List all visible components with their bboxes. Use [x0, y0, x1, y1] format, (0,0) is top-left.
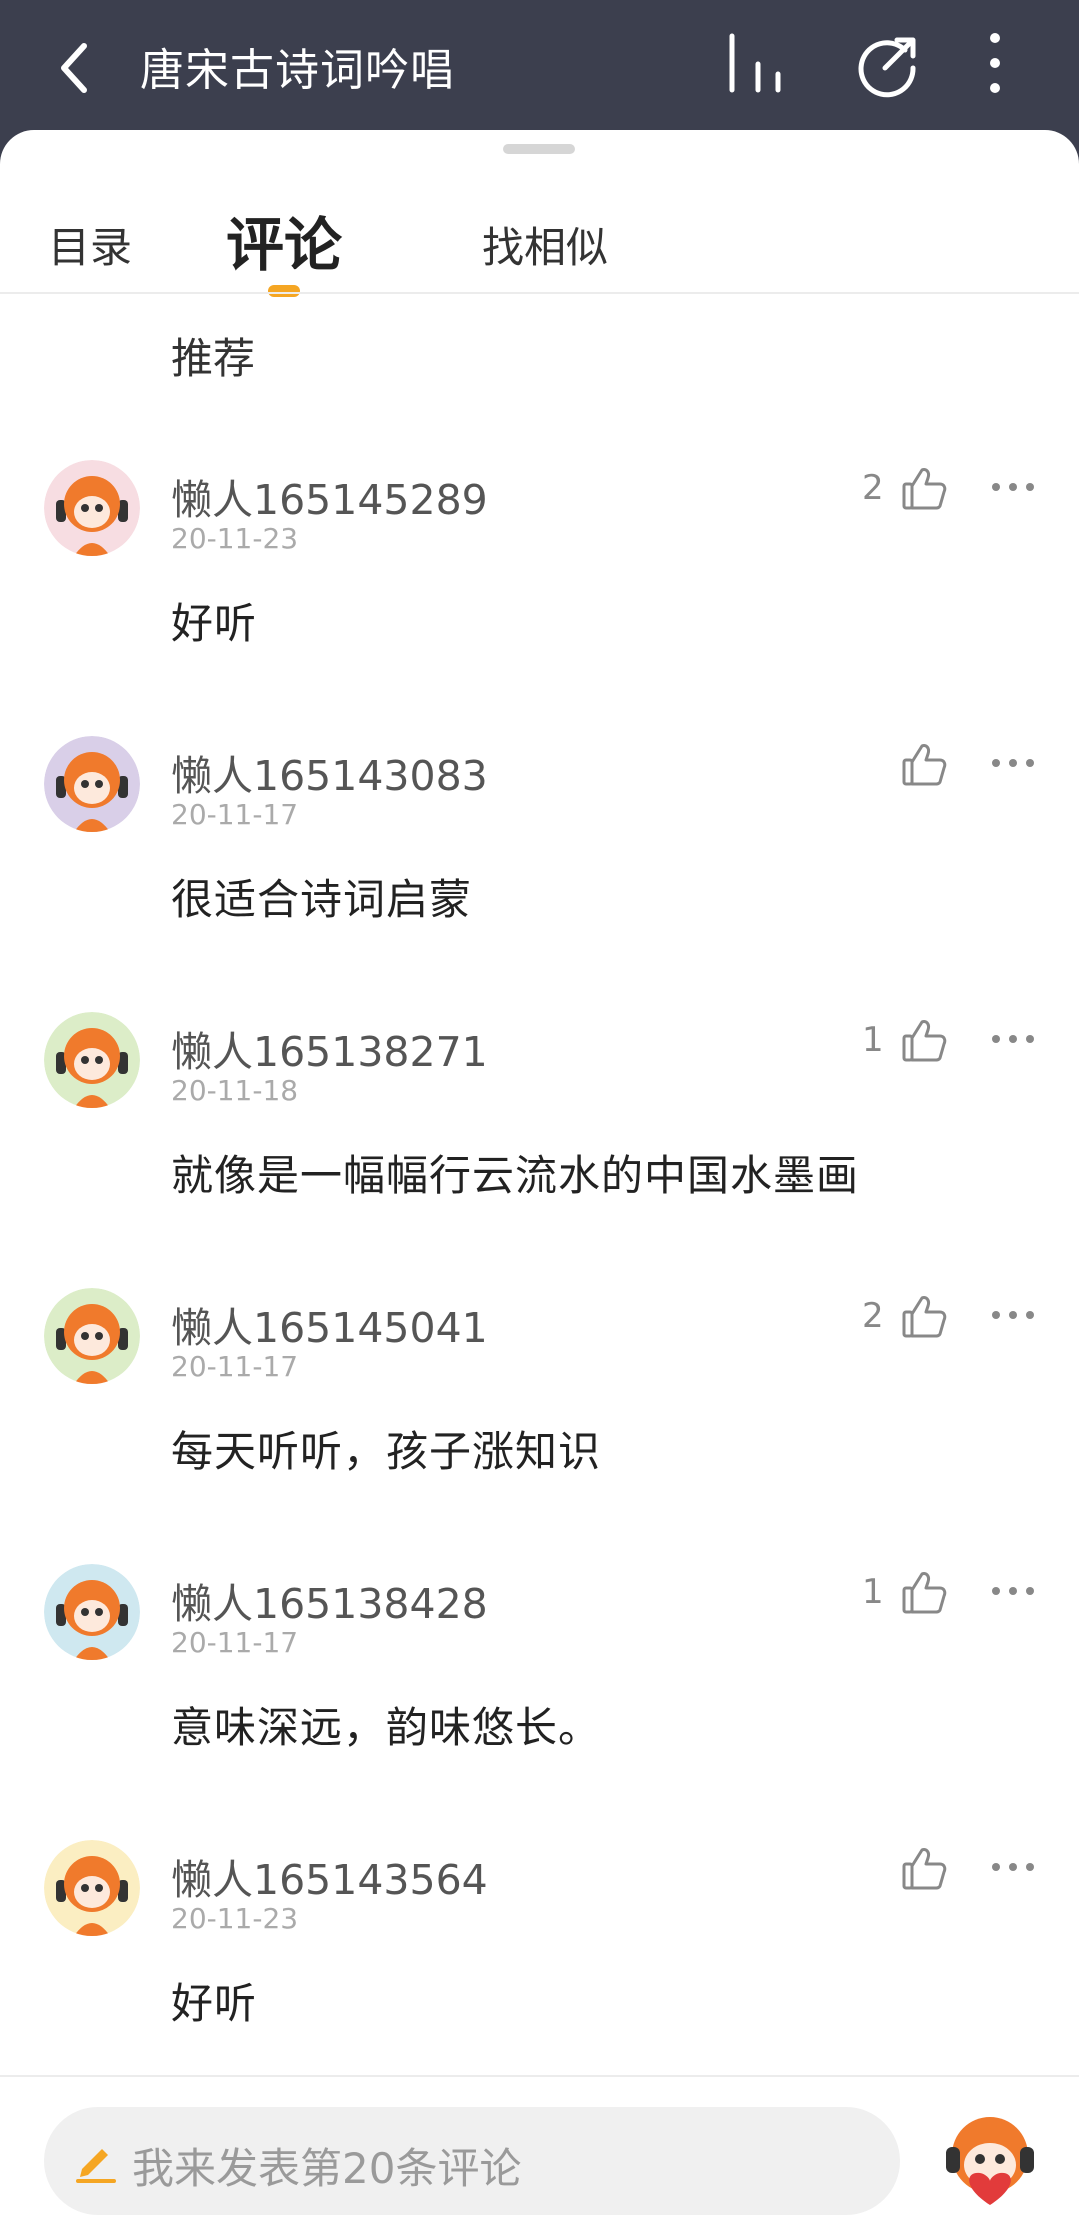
page-title: 唐宋古诗词吟唱 — [140, 45, 455, 96]
comment-text: 好听 — [171, 1979, 258, 2028]
back-button[interactable] — [48, 30, 108, 100]
comment-item: 懒人165145041 20-11-17 2 每天听听，孩子涨知识 — [0, 1278, 1079, 1554]
more-horizontal-icon[interactable] — [990, 1860, 1036, 1874]
like-count: 1 — [862, 1572, 884, 1612]
like-count: 2 — [862, 468, 884, 508]
comment-date: 20-11-18 — [171, 1074, 299, 1107]
back-arrow-icon — [61, 43, 87, 93]
comment-text: 意味深远，韵味悠长。 — [171, 1703, 602, 1752]
comment-item: 懒人165143564 20-11-23 好听 — [0, 1830, 1079, 2106]
thumbs-up-icon[interactable] — [900, 464, 948, 512]
comment-input-bar: 我来发表第20条评论 — [0, 2075, 1079, 2235]
tab-divider — [0, 292, 1079, 294]
comment-item: 懒人165143083 20-11-17 很适合诗词启蒙 — [0, 726, 1079, 1002]
comment-date: 20-11-17 — [171, 1626, 299, 1659]
comment-text-partial: 推荐 — [171, 334, 256, 383]
monkey-avatar-icon — [44, 1840, 140, 1936]
avatar[interactable] — [44, 1012, 140, 1108]
comment-username[interactable]: 懒人165138271 — [171, 1018, 488, 1078]
more-button[interactable] — [975, 28, 1015, 98]
share-icon — [858, 37, 916, 98]
comment-date: 20-11-17 — [171, 798, 299, 831]
comment-item: 懒人165145289 20-11-23 2 好听 — [0, 450, 1079, 726]
tab-catalog[interactable]: 目录 — [48, 214, 132, 275]
comment-username[interactable]: 懒人165145289 — [171, 466, 488, 526]
comment-text: 很适合诗词启蒙 — [171, 875, 473, 924]
thumbs-up-icon[interactable] — [900, 740, 948, 788]
like-count: 1 — [862, 1020, 884, 1060]
comment-item: 懒人165138271 20-11-18 1 就像是一幅幅行云流水的中国水墨画 — [0, 1002, 1079, 1278]
comment-text: 就像是一幅幅行云流水的中国水墨画 — [171, 1151, 860, 1200]
comment-date: 20-11-17 — [171, 1350, 299, 1383]
monkey-avatar-icon — [44, 736, 140, 832]
mascot-gift-button[interactable] — [940, 2107, 1040, 2213]
comment-date: 20-11-23 — [171, 522, 299, 555]
monkey-avatar-icon — [44, 460, 140, 556]
thumbs-up-icon[interactable] — [900, 1568, 948, 1616]
more-horizontal-icon[interactable] — [990, 756, 1036, 770]
drag-handle[interactable] — [503, 144, 575, 154]
comment-username[interactable]: 懒人165143564 — [171, 1846, 488, 1906]
comment-text: 每天听听，孩子涨知识 — [171, 1427, 602, 1476]
top-bar: 唐宋古诗词吟唱 — [0, 0, 1079, 140]
thumbs-up-icon[interactable] — [900, 1016, 948, 1064]
playlist-bars-button[interactable] — [720, 28, 790, 98]
more-horizontal-icon[interactable] — [990, 1032, 1036, 1046]
like-count: 2 — [862, 1296, 884, 1336]
monkey-avatar-icon — [44, 1564, 140, 1660]
active-tab-indicator — [268, 285, 300, 297]
comment-username[interactable]: 懒人165145041 — [171, 1294, 488, 1354]
comment-text: 好听 — [171, 599, 258, 648]
avatar[interactable] — [44, 1564, 140, 1660]
more-vertical-icon — [990, 33, 1000, 93]
avatar[interactable] — [44, 736, 140, 832]
mascot-icon — [946, 2117, 1034, 2205]
monkey-avatar-icon — [44, 1288, 140, 1384]
comment-username[interactable]: 懒人165143083 — [171, 742, 488, 802]
tab-bar: 目录 评论 找相似 — [0, 190, 1079, 297]
avatar[interactable] — [44, 1288, 140, 1384]
more-horizontal-icon[interactable] — [990, 1584, 1036, 1598]
comment-item: 懒人165138428 20-11-17 1 意味深远，韵味悠长。 — [0, 1554, 1079, 1830]
bars-icon — [729, 33, 781, 93]
thumbs-up-icon[interactable] — [900, 1844, 948, 1892]
comment-list: 懒人165145289 20-11-23 2 好听 懒人165143083 20… — [0, 450, 1079, 2106]
thumbs-up-icon[interactable] — [900, 1292, 948, 1340]
more-horizontal-icon[interactable] — [990, 480, 1036, 494]
comment-input[interactable]: 我来发表第20条评论 — [44, 2107, 900, 2215]
monkey-avatar-icon — [44, 1012, 140, 1108]
tab-comments[interactable]: 评论 — [226, 198, 342, 282]
pen-icon — [76, 2149, 116, 2183]
comment-date: 20-11-23 — [171, 1902, 299, 1935]
share-button[interactable] — [855, 28, 925, 98]
comment-sheet: 目录 评论 找相似 推荐 懒人165145289 20-11-23 2 好听 懒… — [0, 130, 1079, 2235]
comment-input-placeholder: 我来发表第20条评论 — [132, 2144, 522, 2193]
more-horizontal-icon[interactable] — [990, 1308, 1036, 1322]
avatar[interactable] — [44, 460, 140, 556]
avatar[interactable] — [44, 1840, 140, 1936]
tab-similar[interactable]: 找相似 — [482, 214, 608, 275]
comment-username[interactable]: 懒人165138428 — [171, 1570, 488, 1630]
